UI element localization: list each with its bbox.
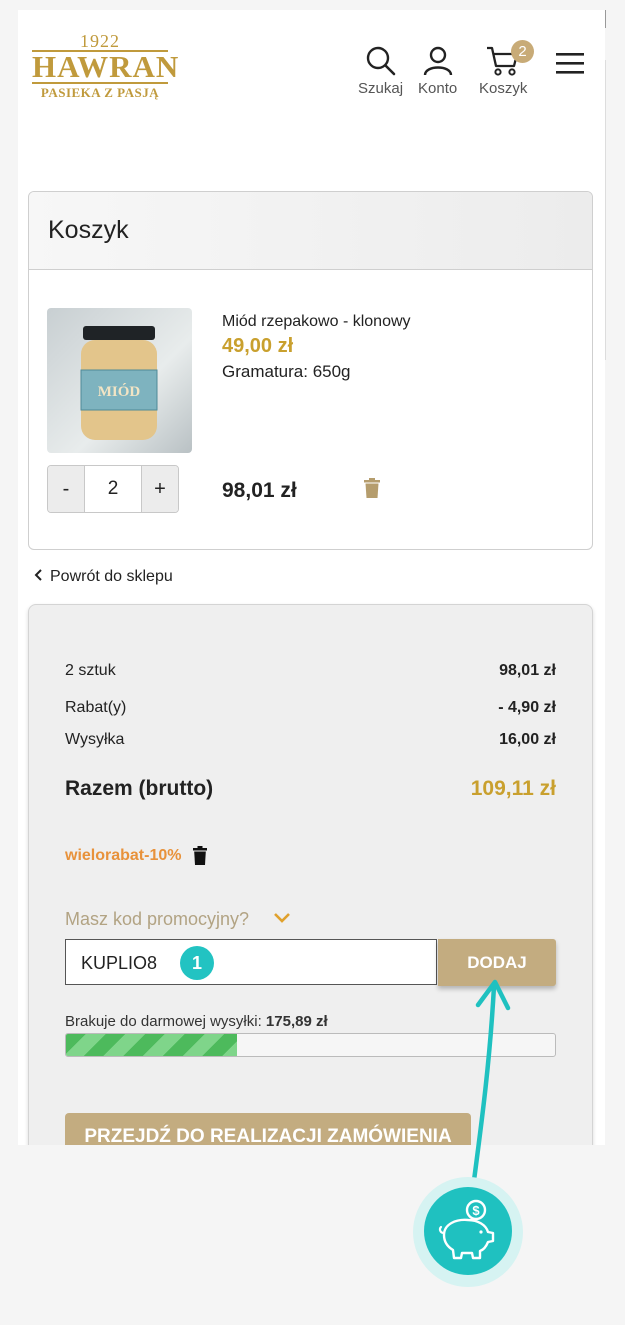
piggy-bank-coin-icon: $ [438, 1199, 495, 1260]
annotation-arrow [470, 979, 511, 1191]
svg-text:$: $ [472, 1203, 480, 1218]
